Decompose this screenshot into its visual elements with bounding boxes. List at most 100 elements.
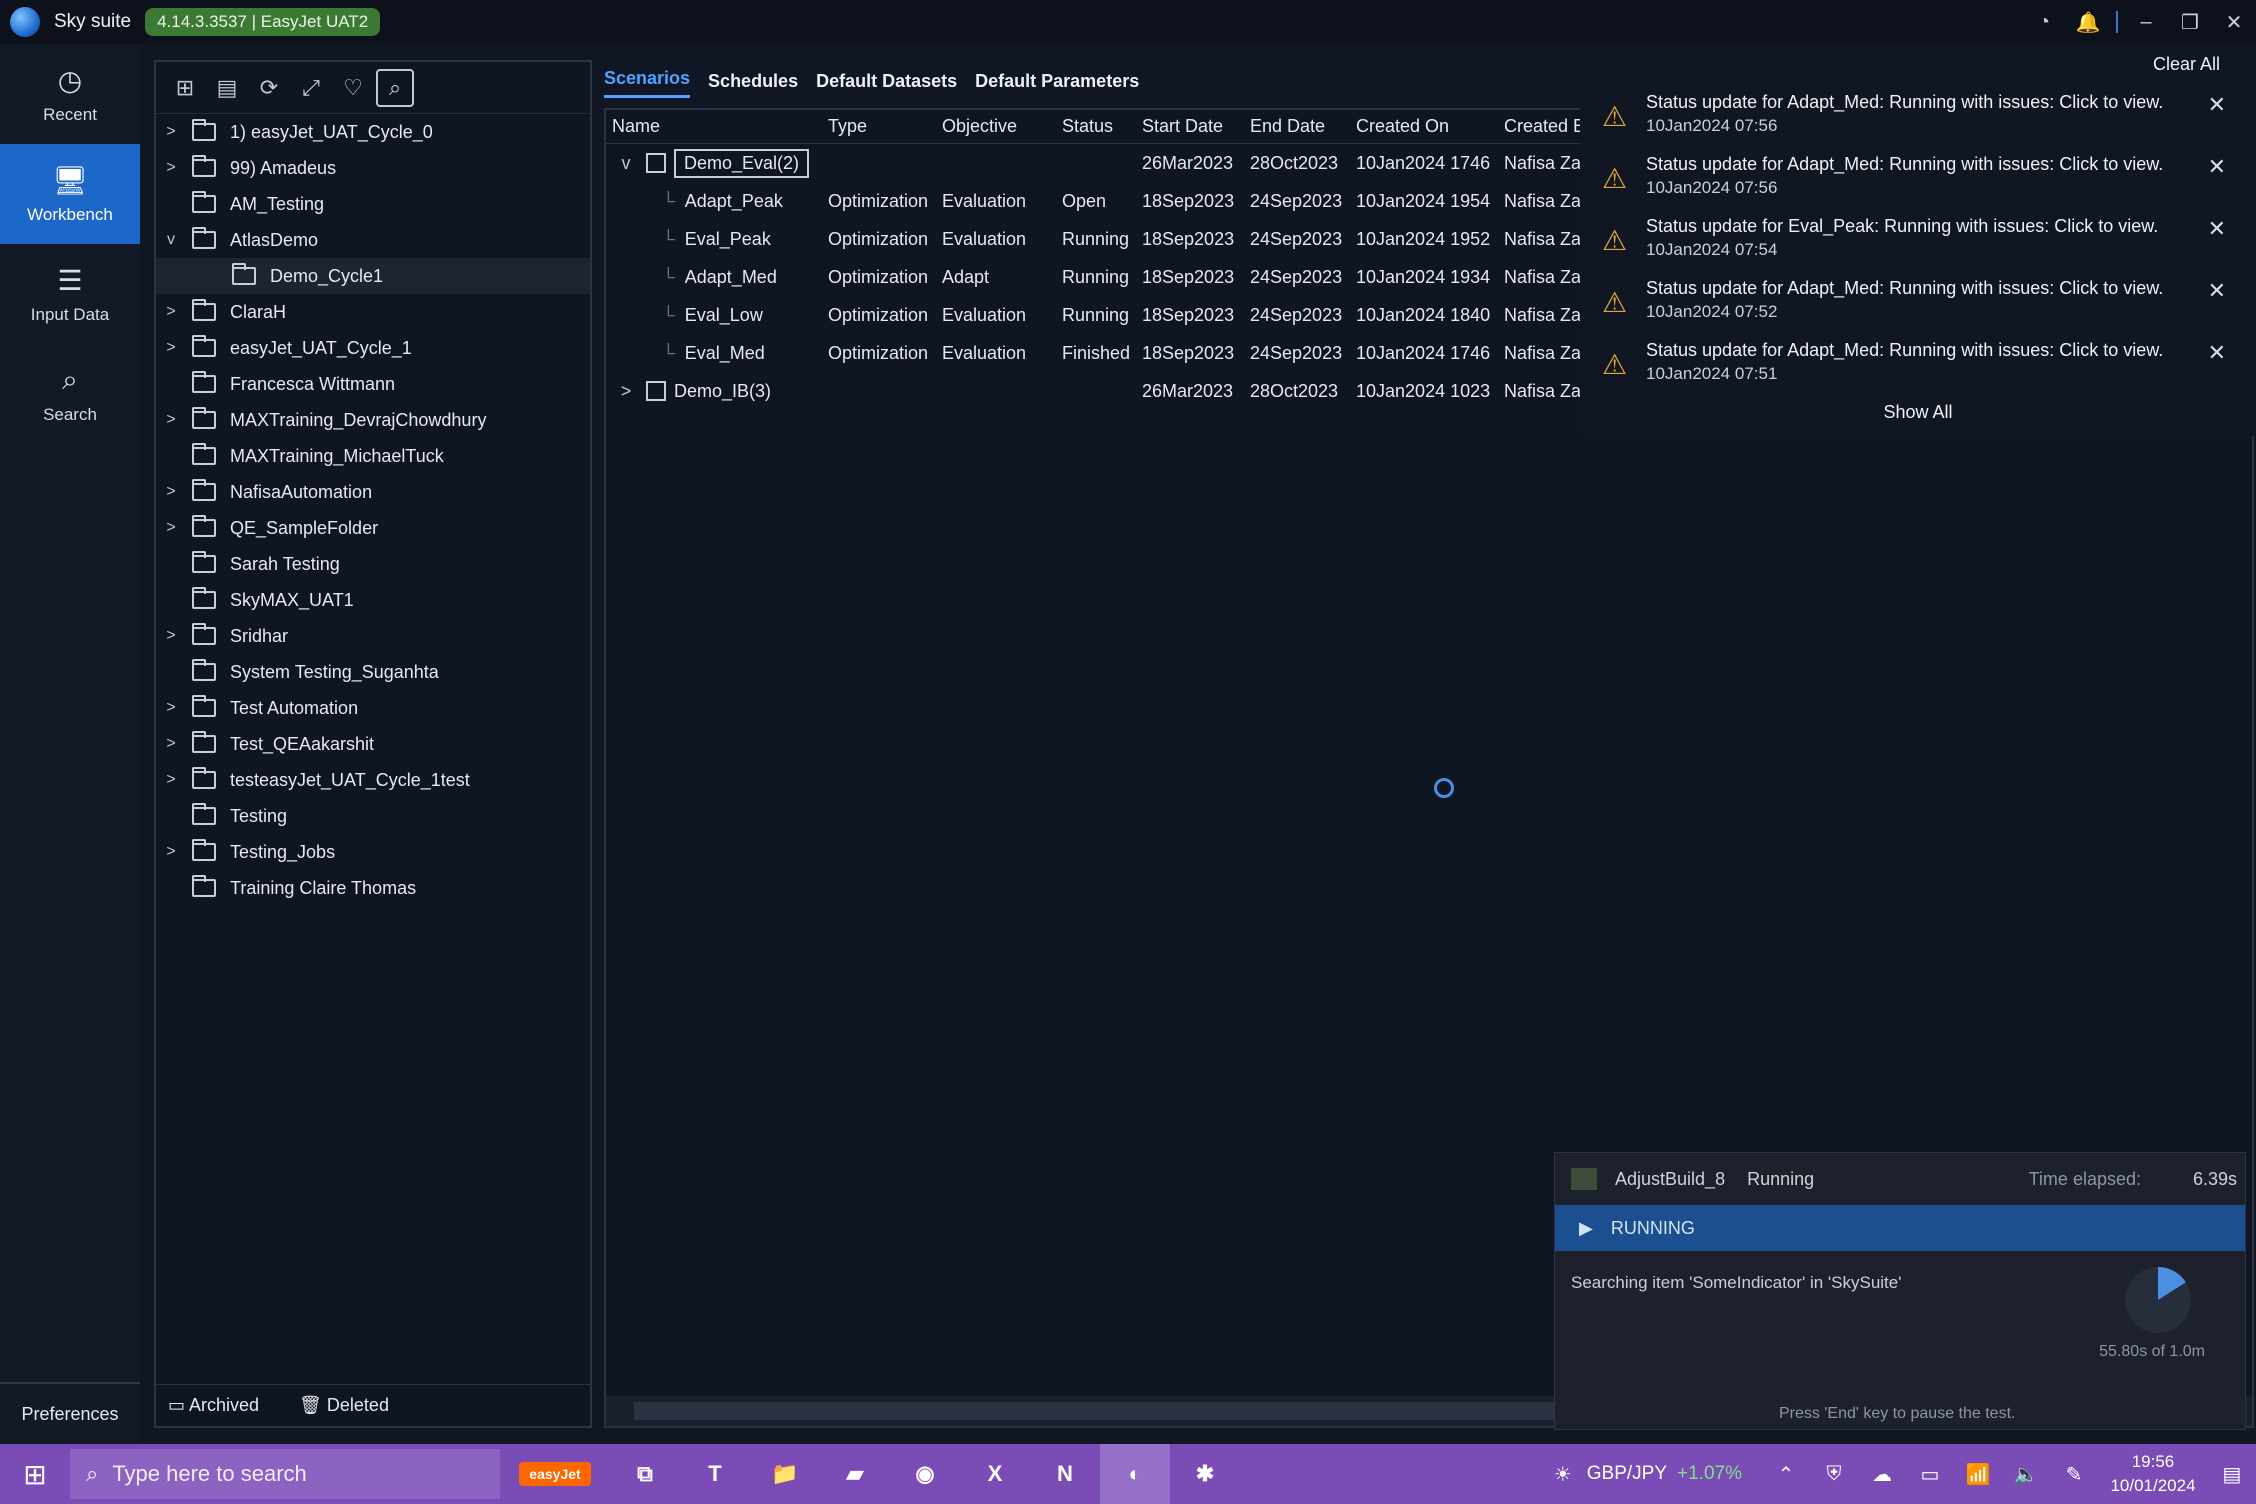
pen-icon[interactable]: ✎: [2050, 1444, 2098, 1504]
easyjet-widget-icon[interactable]: easyJet: [500, 1444, 610, 1504]
tree-item[interactable]: Training Claire Thomas: [156, 870, 590, 906]
tree-item[interactable]: >99) Amadeus: [156, 150, 590, 186]
col-name[interactable]: Name: [606, 116, 822, 137]
col-created-on[interactable]: Created On: [1350, 116, 1498, 137]
col-status[interactable]: Status: [1056, 116, 1136, 137]
close-icon[interactable]: ✕: [2208, 216, 2226, 242]
tree-item[interactable]: > Sridhar: [156, 618, 590, 654]
clock[interactable]: 19:56 10/01/2024: [2098, 1450, 2208, 1498]
chevron-right-icon[interactable]: >: [612, 381, 640, 402]
notification-item[interactable]: ⚠ Status update for Adapt_Med: Running wi…: [1580, 86, 2246, 146]
sky-suite-taskbar-icon[interactable]: ◐: [1100, 1444, 1170, 1504]
col-objective[interactable]: Objective: [936, 116, 1056, 137]
refresh-icon[interactable]: ⟳: [250, 69, 288, 107]
tree-item[interactable]: Francesca Wittmann: [156, 366, 590, 402]
chevron-right-icon[interactable]: >: [156, 771, 186, 789]
close-icon[interactable]: ✕: [2208, 92, 2226, 118]
expand-icon[interactable]: ⤢: [292, 69, 330, 107]
restore-button[interactable]: ❐: [2168, 0, 2212, 44]
tree-item[interactable]: v AtlasDemo: [156, 222, 590, 258]
chevron-right-icon[interactable]: >: [156, 627, 186, 645]
edge-icon[interactable]: ◉: [890, 1444, 960, 1504]
chevron-right-icon[interactable]: >: [156, 843, 186, 861]
tree-item[interactable]: > testeasyJet_UAT_Cycle_1test: [156, 762, 590, 798]
deleted-toggle[interactable]: 🗑 Deleted: [299, 1395, 409, 1416]
tree-item[interactable]: System Testing_Suganhta: [156, 654, 590, 690]
chevron-right-icon[interactable]: >: [156, 519, 186, 537]
tree-item[interactable]: >1) easyJet_UAT_Cycle_0: [156, 114, 590, 150]
onenote-icon[interactable]: N: [1030, 1444, 1100, 1504]
windows-start-icon[interactable]: ⊞: [0, 1444, 70, 1504]
tab-default-datasets[interactable]: Default Datasets: [816, 71, 957, 98]
archived-toggle[interactable]: ▭ Archived: [168, 1395, 279, 1416]
new-scenario-icon[interactable]: ▤: [208, 69, 246, 107]
tree-item[interactable]: > easyJet_UAT_Cycle_1: [156, 330, 590, 366]
chevron-down-icon[interactable]: v: [612, 153, 640, 174]
nav-input-data[interactable]: ☰ Input Data: [0, 244, 140, 344]
file-explorer-icon[interactable]: 📁: [750, 1444, 820, 1504]
security-icon[interactable]: ⛨: [1810, 1444, 1858, 1504]
chevron-right-icon[interactable]: >: [156, 159, 186, 177]
tab-schedules[interactable]: Schedules: [708, 71, 798, 98]
new-folder-icon[interactable]: ⊞: [166, 69, 204, 107]
tree-item[interactable]: > Testing_Jobs: [156, 834, 590, 870]
excel-icon[interactable]: X: [960, 1444, 1030, 1504]
notification-center-icon[interactable]: ▤: [2208, 1444, 2256, 1504]
col-start-date[interactable]: Start Date: [1136, 116, 1244, 137]
chevron-right-icon[interactable]: >: [156, 339, 186, 357]
task-view-icon[interactable]: ⧉: [610, 1444, 680, 1504]
tree-item[interactable]: MAXTraining_MichaelTuck: [156, 438, 590, 474]
close-icon[interactable]: ✕: [2208, 340, 2226, 366]
notification-item[interactable]: ⚠ Status update for Adapt_Med: Running wi…: [1580, 334, 2246, 394]
search-icon[interactable]: ⌕: [376, 68, 414, 107]
taskbar-search[interactable]: ⌕ Type here to search: [70, 1449, 500, 1499]
notification-item[interactable]: ⚠ Status update for Eval_Peak: Running wi…: [1580, 210, 2246, 270]
tab-scenarios[interactable]: Scenarios: [604, 68, 691, 98]
close-icon[interactable]: ✕: [2208, 278, 2226, 304]
show-all-button[interactable]: Show All: [1580, 402, 2256, 423]
tree-item[interactable]: Testing: [156, 798, 590, 834]
tab-default-parameters[interactable]: Default Parameters: [975, 71, 1139, 98]
tree-item[interactable]: Sarah Testing: [156, 546, 590, 582]
onedrive-icon[interactable]: ☁: [1858, 1444, 1906, 1504]
nav-workbench[interactable]: 🖥 Workbench: [0, 144, 140, 244]
notification-item[interactable]: ⚠ Status update for Adapt_Med: Running wi…: [1580, 148, 2246, 208]
teams-icon[interactable]: T: [680, 1444, 750, 1504]
close-icon[interactable]: ✕: [2208, 154, 2226, 180]
volume-icon[interactable]: 🔈: [2002, 1444, 2050, 1504]
tree-item[interactable]: > ClaraH: [156, 294, 590, 330]
tree-item[interactable]: > MAXTraining_DevrajChowdhury: [156, 402, 590, 438]
tree-item[interactable]: > Test Automation: [156, 690, 590, 726]
chevron-right-icon[interactable]: >: [156, 735, 186, 753]
chevron-right-icon[interactable]: >: [156, 411, 186, 429]
tree-item[interactable]: SkyMAX_UAT1: [156, 582, 590, 618]
speedometer-icon[interactable]: ◔: [2022, 0, 2066, 44]
minimize-button[interactable]: –: [2124, 0, 2168, 44]
nav-recent[interactable]: ◷ Recent: [0, 44, 140, 144]
ticker-name[interactable]: GBP/JPY: [1587, 1463, 1667, 1485]
chevron-right-icon[interactable]: >: [156, 123, 186, 141]
tree-item[interactable]: > Test_QEAakarshit: [156, 726, 590, 762]
sticky-notes-icon[interactable]: ▰: [820, 1444, 890, 1504]
tree-item[interactable]: AM_Testing: [156, 186, 590, 222]
chevron-right-icon[interactable]: >: [156, 699, 186, 717]
tree-item[interactable]: > QE_SampleFolder: [156, 510, 590, 546]
favorite-icon[interactable]: ♡: [334, 69, 372, 107]
chevron-down-icon[interactable]: v: [156, 231, 186, 249]
ranorex-icon[interactable]: ✱: [1170, 1444, 1240, 1504]
bell-icon[interactable]: 🔔: [2066, 0, 2110, 44]
battery-icon[interactable]: ▭: [1906, 1444, 1954, 1504]
notification-item[interactable]: ⚠ Status update for Adapt_Med: Running wi…: [1580, 272, 2246, 332]
chevron-right-icon[interactable]: >: [156, 483, 186, 501]
wifi-icon[interactable]: 📶: [1954, 1444, 2002, 1504]
close-button[interactable]: ✕: [2212, 0, 2256, 44]
clear-all-button[interactable]: Clear All: [2153, 54, 2220, 75]
tree-item[interactable]: > NafisaAutomation: [156, 474, 590, 510]
chevron-up-icon[interactable]: ⌃: [1762, 1444, 1810, 1504]
chevron-right-icon[interactable]: >: [156, 303, 186, 321]
play-icon[interactable]: ▶: [1579, 1218, 1593, 1239]
col-type[interactable]: Type: [822, 116, 936, 137]
col-end-date[interactable]: End Date: [1244, 116, 1350, 137]
preferences-button[interactable]: Preferences: [0, 1382, 140, 1444]
nav-search[interactable]: ⌕ Search: [0, 344, 140, 444]
